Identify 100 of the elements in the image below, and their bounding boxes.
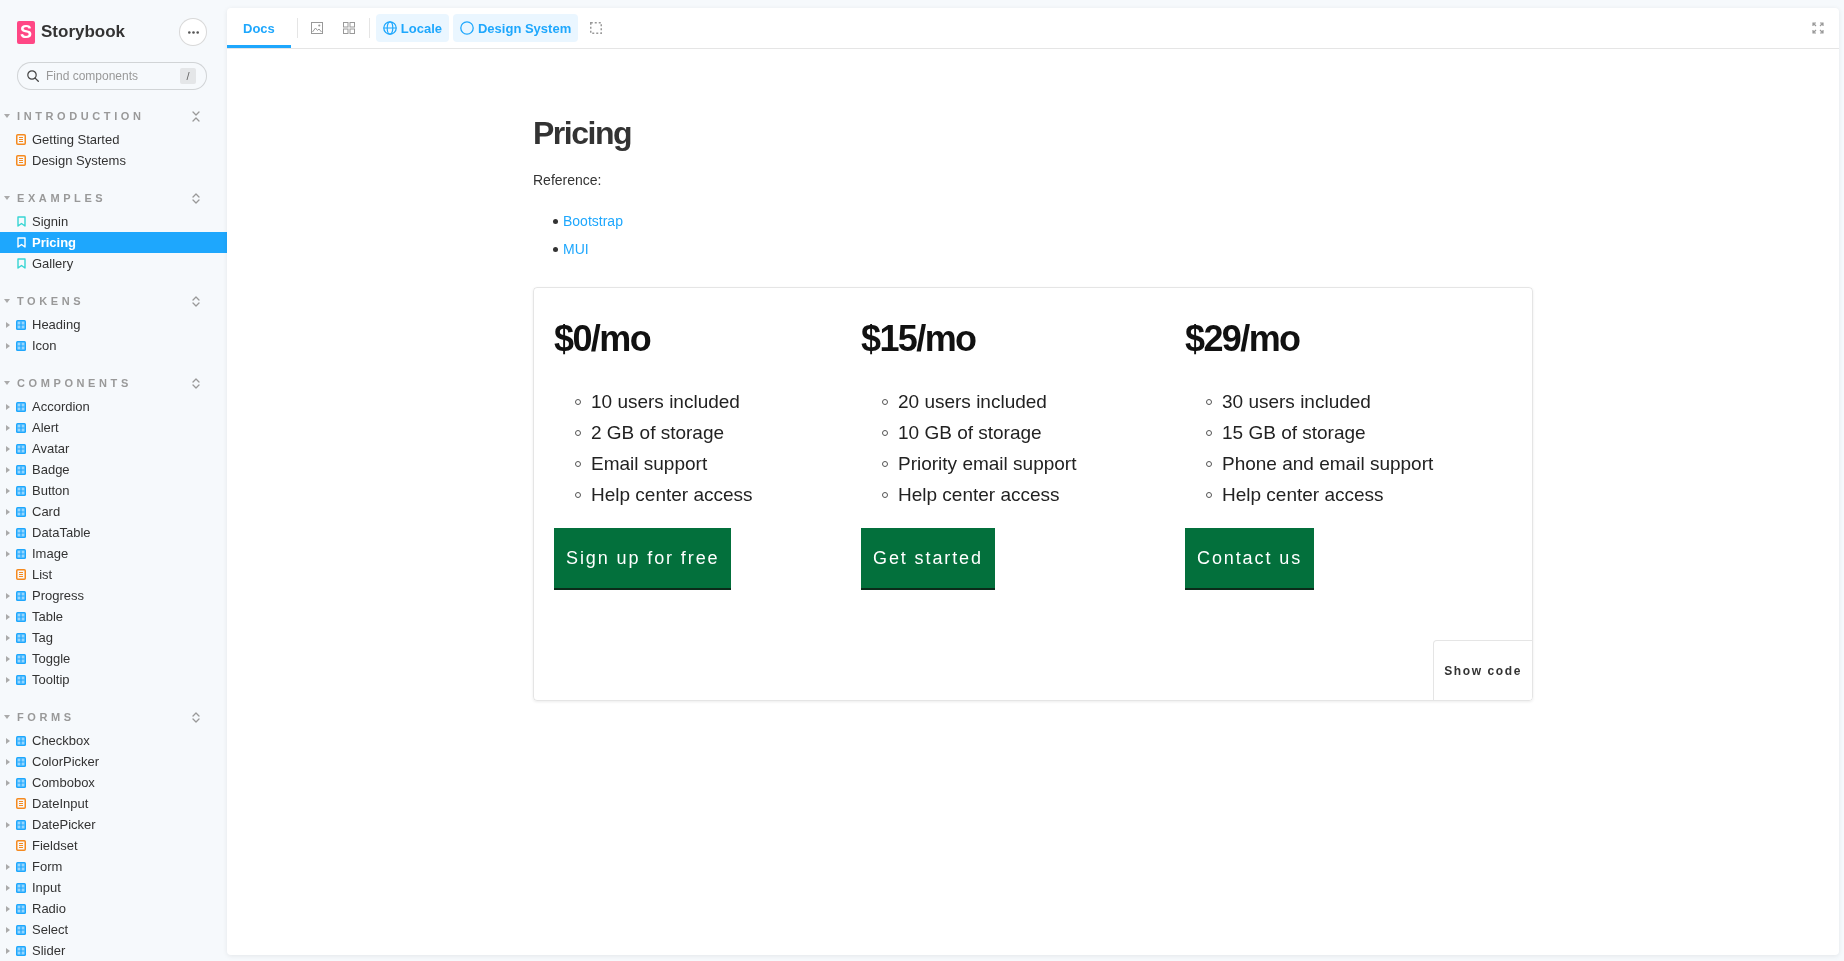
- grid-icon: [16, 527, 26, 538]
- feature-text: Email support: [591, 452, 708, 475]
- grid-icon: [16, 903, 26, 914]
- sidebar-item[interactable]: Alert: [0, 417, 227, 438]
- grid-icon: [16, 464, 26, 475]
- grid-icon: [16, 319, 26, 330]
- fullscreen-icon: [1812, 22, 1824, 34]
- sidebar-item[interactable]: Select: [0, 919, 227, 940]
- shortcut-key: /: [180, 68, 196, 84]
- sidebar-item[interactable]: Signin: [0, 211, 227, 232]
- sidebar-item[interactable]: Fieldset: [0, 835, 227, 856]
- expand-all-icon[interactable]: [192, 192, 200, 204]
- plan-price: $29/mo: [1185, 317, 1300, 361]
- bullet-icon: [553, 218, 558, 224]
- image-icon: [310, 22, 323, 34]
- sidebar-item[interactable]: Accordion: [0, 396, 227, 417]
- grid-icon: [16, 548, 26, 559]
- grid-icon: [16, 632, 26, 643]
- sidebar-item[interactable]: Icon: [0, 335, 227, 356]
- sidebar-item[interactable]: Input: [0, 877, 227, 898]
- sidebar-item[interactable]: Form: [0, 856, 227, 877]
- grid-icon: [16, 777, 26, 788]
- grid-icon: [16, 485, 26, 496]
- sidebar-item[interactable]: Avatar: [0, 438, 227, 459]
- grid-icon: [16, 611, 26, 622]
- plan-button[interactable]: Sign up for free: [554, 528, 732, 590]
- sidebar-item[interactable]: Radio: [0, 898, 227, 919]
- feature-text: 20 users included: [898, 390, 1047, 413]
- grid-icon: [16, 735, 26, 746]
- search-icon: [27, 70, 39, 82]
- sidebar-item[interactable]: Heading: [0, 314, 227, 335]
- grid-icon: [342, 22, 355, 34]
- sidebar-item[interactable]: DataTable: [0, 522, 227, 543]
- sidebar-item[interactable]: Badge: [0, 459, 227, 480]
- plan-price: $15/mo: [861, 317, 976, 361]
- globe-icon: [382, 21, 397, 35]
- grid-icon: [16, 945, 26, 956]
- feature-text: Priority email support: [898, 452, 1077, 475]
- sidebar-item[interactable]: Progress: [0, 585, 227, 606]
- bookmark-icon: [16, 237, 26, 248]
- document-icon: [16, 155, 26, 166]
- expand-all-icon[interactable]: [192, 377, 200, 389]
- grid-icon: [16, 756, 26, 767]
- grid-icon: [16, 401, 26, 412]
- feature-text: Help center access: [1222, 483, 1384, 506]
- show-code-button[interactable]: Show code: [1433, 640, 1532, 700]
- sidebar-item[interactable]: DatePicker: [0, 814, 227, 835]
- plan-button[interactable]: Get started: [861, 528, 995, 590]
- circle-icon: [460, 21, 474, 35]
- bookmark-icon: [16, 216, 26, 227]
- sidebar-item[interactable]: Gallery: [0, 253, 227, 274]
- expand-all-icon[interactable]: [192, 295, 200, 307]
- expand-all-icon[interactable]: [192, 711, 200, 723]
- collapse-all-icon[interactable]: [192, 110, 200, 122]
- sidebar-item[interactable]: Checkbox: [0, 730, 227, 751]
- grid-icon: [16, 443, 26, 454]
- sidebar-item[interactable]: List: [0, 564, 227, 585]
- sidebar-item[interactable]: Image: [0, 543, 227, 564]
- grid-icon: [16, 674, 26, 685]
- reference-label: Reference:: [533, 171, 603, 190]
- sidebar-item[interactable]: Toggle: [0, 648, 227, 669]
- plan-button[interactable]: Contact us: [1185, 528, 1315, 590]
- feature-text: 10 GB of storage: [898, 421, 1042, 444]
- sidebar-item[interactable]: Combobox: [0, 772, 227, 793]
- menu-button[interactable]: [179, 18, 207, 46]
- dashed-square-icon: [590, 22, 603, 34]
- sidebar-item[interactable]: Design Systems: [0, 150, 227, 171]
- sidebar-item[interactable]: Button: [0, 480, 227, 501]
- feature-text: Phone and email support: [1222, 452, 1434, 475]
- feature-text: 15 GB of storage: [1222, 421, 1366, 444]
- grid-icon: [16, 653, 26, 664]
- sidebar-item[interactable]: Tag: [0, 627, 227, 648]
- sidebar-item[interactable]: DateInput: [0, 793, 227, 814]
- sidebar-item[interactable]: Card: [0, 501, 227, 522]
- document-icon: [16, 798, 26, 809]
- sidebar-item[interactable]: Slider: [0, 940, 227, 961]
- sidebar-item[interactable]: Getting Started: [0, 129, 227, 150]
- page-title: Pricing: [533, 114, 632, 152]
- logo-text: Storybook: [41, 22, 126, 42]
- grid-icon: [16, 819, 26, 830]
- bullet-icon: [553, 246, 558, 252]
- sidebar-item[interactable]: Tooltip: [0, 669, 227, 690]
- grid-icon: [16, 590, 26, 601]
- feature-text: Help center access: [591, 483, 753, 506]
- bookmark-icon: [16, 258, 26, 269]
- more-icon: [187, 30, 199, 34]
- feature-text: 2 GB of storage: [591, 421, 725, 444]
- grid-icon: [16, 340, 26, 351]
- feature-text: 30 users included: [1222, 390, 1371, 413]
- sidebar-item[interactable]: ColorPicker: [0, 751, 227, 772]
- logo-mark: S: [17, 20, 35, 44]
- sidebar-item[interactable]: Table: [0, 606, 227, 627]
- feature-text: 10 users included: [591, 390, 740, 413]
- grid-icon: [16, 924, 26, 935]
- grid-icon: [16, 882, 26, 893]
- grid-icon: [16, 506, 26, 517]
- plan-price: $0/mo: [554, 317, 651, 361]
- document-icon: [16, 134, 26, 145]
- grid-icon: [16, 861, 26, 872]
- document-icon: [16, 840, 26, 851]
